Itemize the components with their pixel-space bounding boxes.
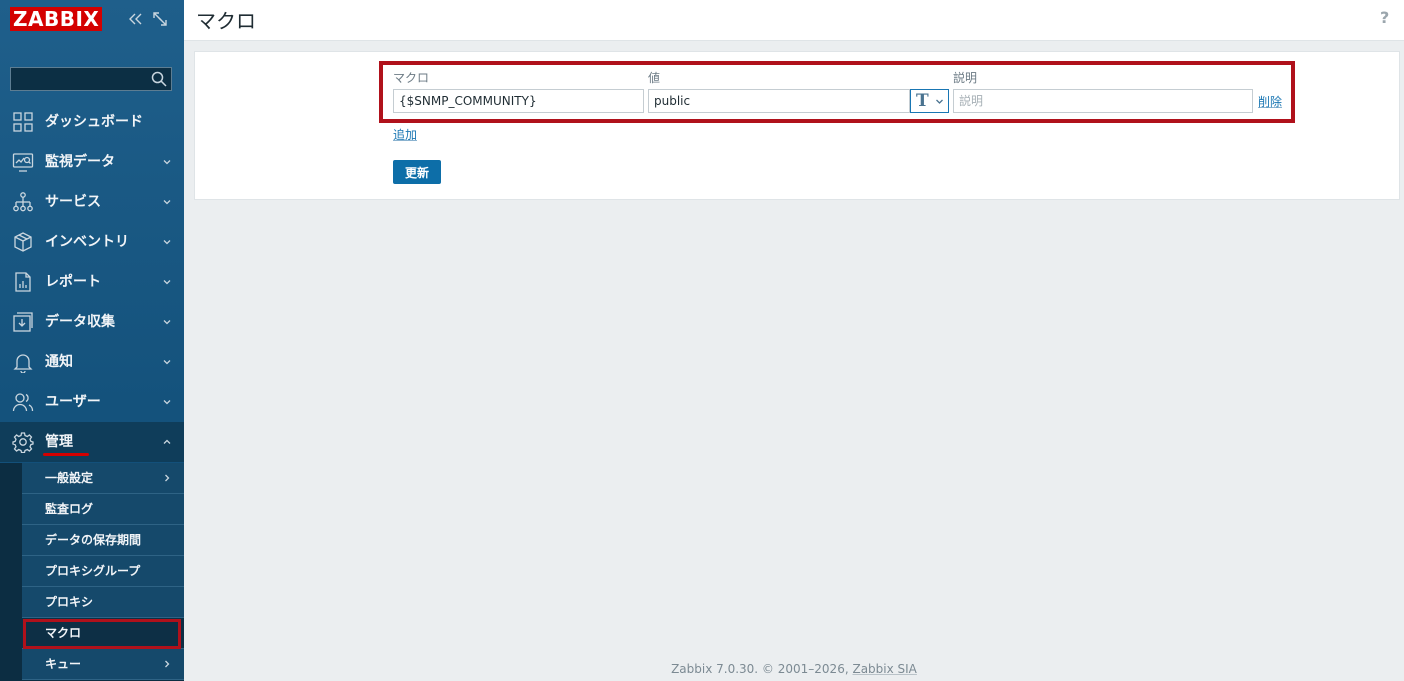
dashboard-icon [12, 111, 34, 133]
double-chevron-left-icon[interactable] [127, 10, 145, 28]
footer: Zabbix 7.0.30. © 2001–2026, Zabbix SIA [184, 662, 1404, 676]
chevron-right-icon [162, 659, 172, 669]
text-type-icon: T [916, 91, 929, 111]
menu-item-label: 管理 [45, 434, 73, 450]
add-link[interactable]: 追加 [393, 126, 417, 143]
menu-item-data-collection[interactable]: データ収集 [0, 302, 184, 342]
sidebar-header: ZABBIX [0, 0, 184, 40]
monitoring-icon [12, 151, 34, 173]
submenu-item-label: 一般設定 [45, 471, 94, 485]
menu-item-dashboard[interactable]: ダッシュボード [0, 102, 184, 142]
menu-item-monitoring[interactable]: 監視データ [0, 142, 184, 182]
menu-item-inventory[interactable]: インベントリ [0, 222, 184, 262]
reports-icon [12, 271, 34, 293]
users-icon [12, 391, 34, 413]
expand-icon[interactable] [151, 10, 169, 28]
services-icon [12, 191, 34, 213]
menu-item-label: レポート [45, 274, 101, 290]
submenu-item-label: 監査ログ [45, 502, 94, 516]
main-menu: ダッシュボード 監視データ サービス インベントリ レポート データ収集 通知 … [0, 102, 184, 462]
page-header: マクロ ? [184, 0, 1404, 41]
menu-item-alerts[interactable]: 通知 [0, 342, 184, 382]
submenu-item-label: キュー [45, 657, 82, 671]
submenu-item-macros[interactable]: マクロ [22, 618, 184, 649]
submenu-item-general[interactable]: 一般設定 [22, 463, 184, 494]
chevron-down-icon [162, 317, 172, 327]
footer-text: Zabbix 7.0.30. © 2001–2026, [671, 662, 853, 676]
menu-item-label: サービス [45, 194, 101, 210]
macro-name-input[interactable] [393, 89, 644, 113]
submenu-item-label: データの保存期間 [45, 533, 142, 547]
page-title: マクロ [196, 9, 256, 33]
chevron-down-icon [162, 157, 172, 167]
remove-link[interactable]: 削除 [1258, 93, 1282, 110]
menu-item-users[interactable]: ユーザー [0, 382, 184, 422]
chevron-up-icon [162, 437, 172, 447]
sidebar-search [10, 67, 172, 91]
sidebar: ZABBIX ダッシュボード 監視データ サービス インベントリ レポート デー… [0, 0, 184, 681]
zabbix-logo[interactable]: ZABBIX [10, 7, 103, 31]
submenu-item-proxies[interactable]: プロキシ [22, 587, 184, 618]
submenu-item-audit-log[interactable]: 監査ログ [22, 494, 184, 525]
menu-item-reports[interactable]: レポート [0, 262, 184, 302]
menu-item-services[interactable]: サービス [0, 182, 184, 222]
chevron-down-icon [162, 197, 172, 207]
help-icon[interactable]: ? [1380, 8, 1394, 27]
chevron-down-icon [162, 397, 172, 407]
submenu-item-queue[interactable]: キュー [22, 649, 184, 680]
macros-form: マクロ 値 説明 T 削除 追加 更新 [194, 51, 1400, 200]
value-column-label: 値 [648, 71, 661, 85]
chevron-down-icon [162, 277, 172, 287]
chevron-down-icon [162, 237, 172, 247]
data-collection-icon [12, 311, 34, 333]
chevron-right-icon [162, 473, 172, 483]
footer-link[interactable]: Zabbix SIA [852, 662, 916, 676]
chevron-down-icon [935, 97, 944, 106]
menu-item-label: ダッシュボード [45, 114, 143, 130]
submenu-item-label: マクロ [45, 626, 82, 640]
menu-item-administration[interactable]: 管理 [0, 422, 184, 462]
menu-item-label: データ収集 [45, 314, 115, 330]
submenu-item-housekeeping[interactable]: データの保存期間 [22, 525, 184, 556]
submenu-item-label: プロキシ [45, 595, 94, 609]
submenu-item-proxy-groups[interactable]: プロキシグループ [22, 556, 184, 587]
menu-item-label: インベントリ [45, 234, 129, 250]
gear-icon [12, 431, 34, 453]
alerts-icon [12, 351, 34, 373]
menu-item-label: 通知 [45, 354, 73, 370]
macro-column-label: マクロ [393, 71, 430, 85]
macro-description-input[interactable] [953, 89, 1253, 113]
value-type-dropdown[interactable]: T [910, 89, 949, 113]
search-input[interactable] [10, 67, 172, 91]
active-underline [43, 453, 89, 456]
inventory-icon [12, 231, 34, 253]
menu-item-label: 監視データ [45, 154, 115, 170]
description-column-label: 説明 [953, 71, 978, 85]
macro-value-input[interactable] [648, 89, 910, 113]
menu-item-label: ユーザー [45, 394, 101, 410]
submenu-item-label: プロキシグループ [45, 564, 141, 578]
chevron-down-icon [162, 357, 172, 367]
search-icon[interactable] [150, 70, 168, 88]
administration-submenu: 一般設定 監査ログ データの保存期間 プロキシグループ プロキシ マクロ キュー [0, 463, 184, 681]
update-button[interactable]: 更新 [393, 160, 441, 184]
